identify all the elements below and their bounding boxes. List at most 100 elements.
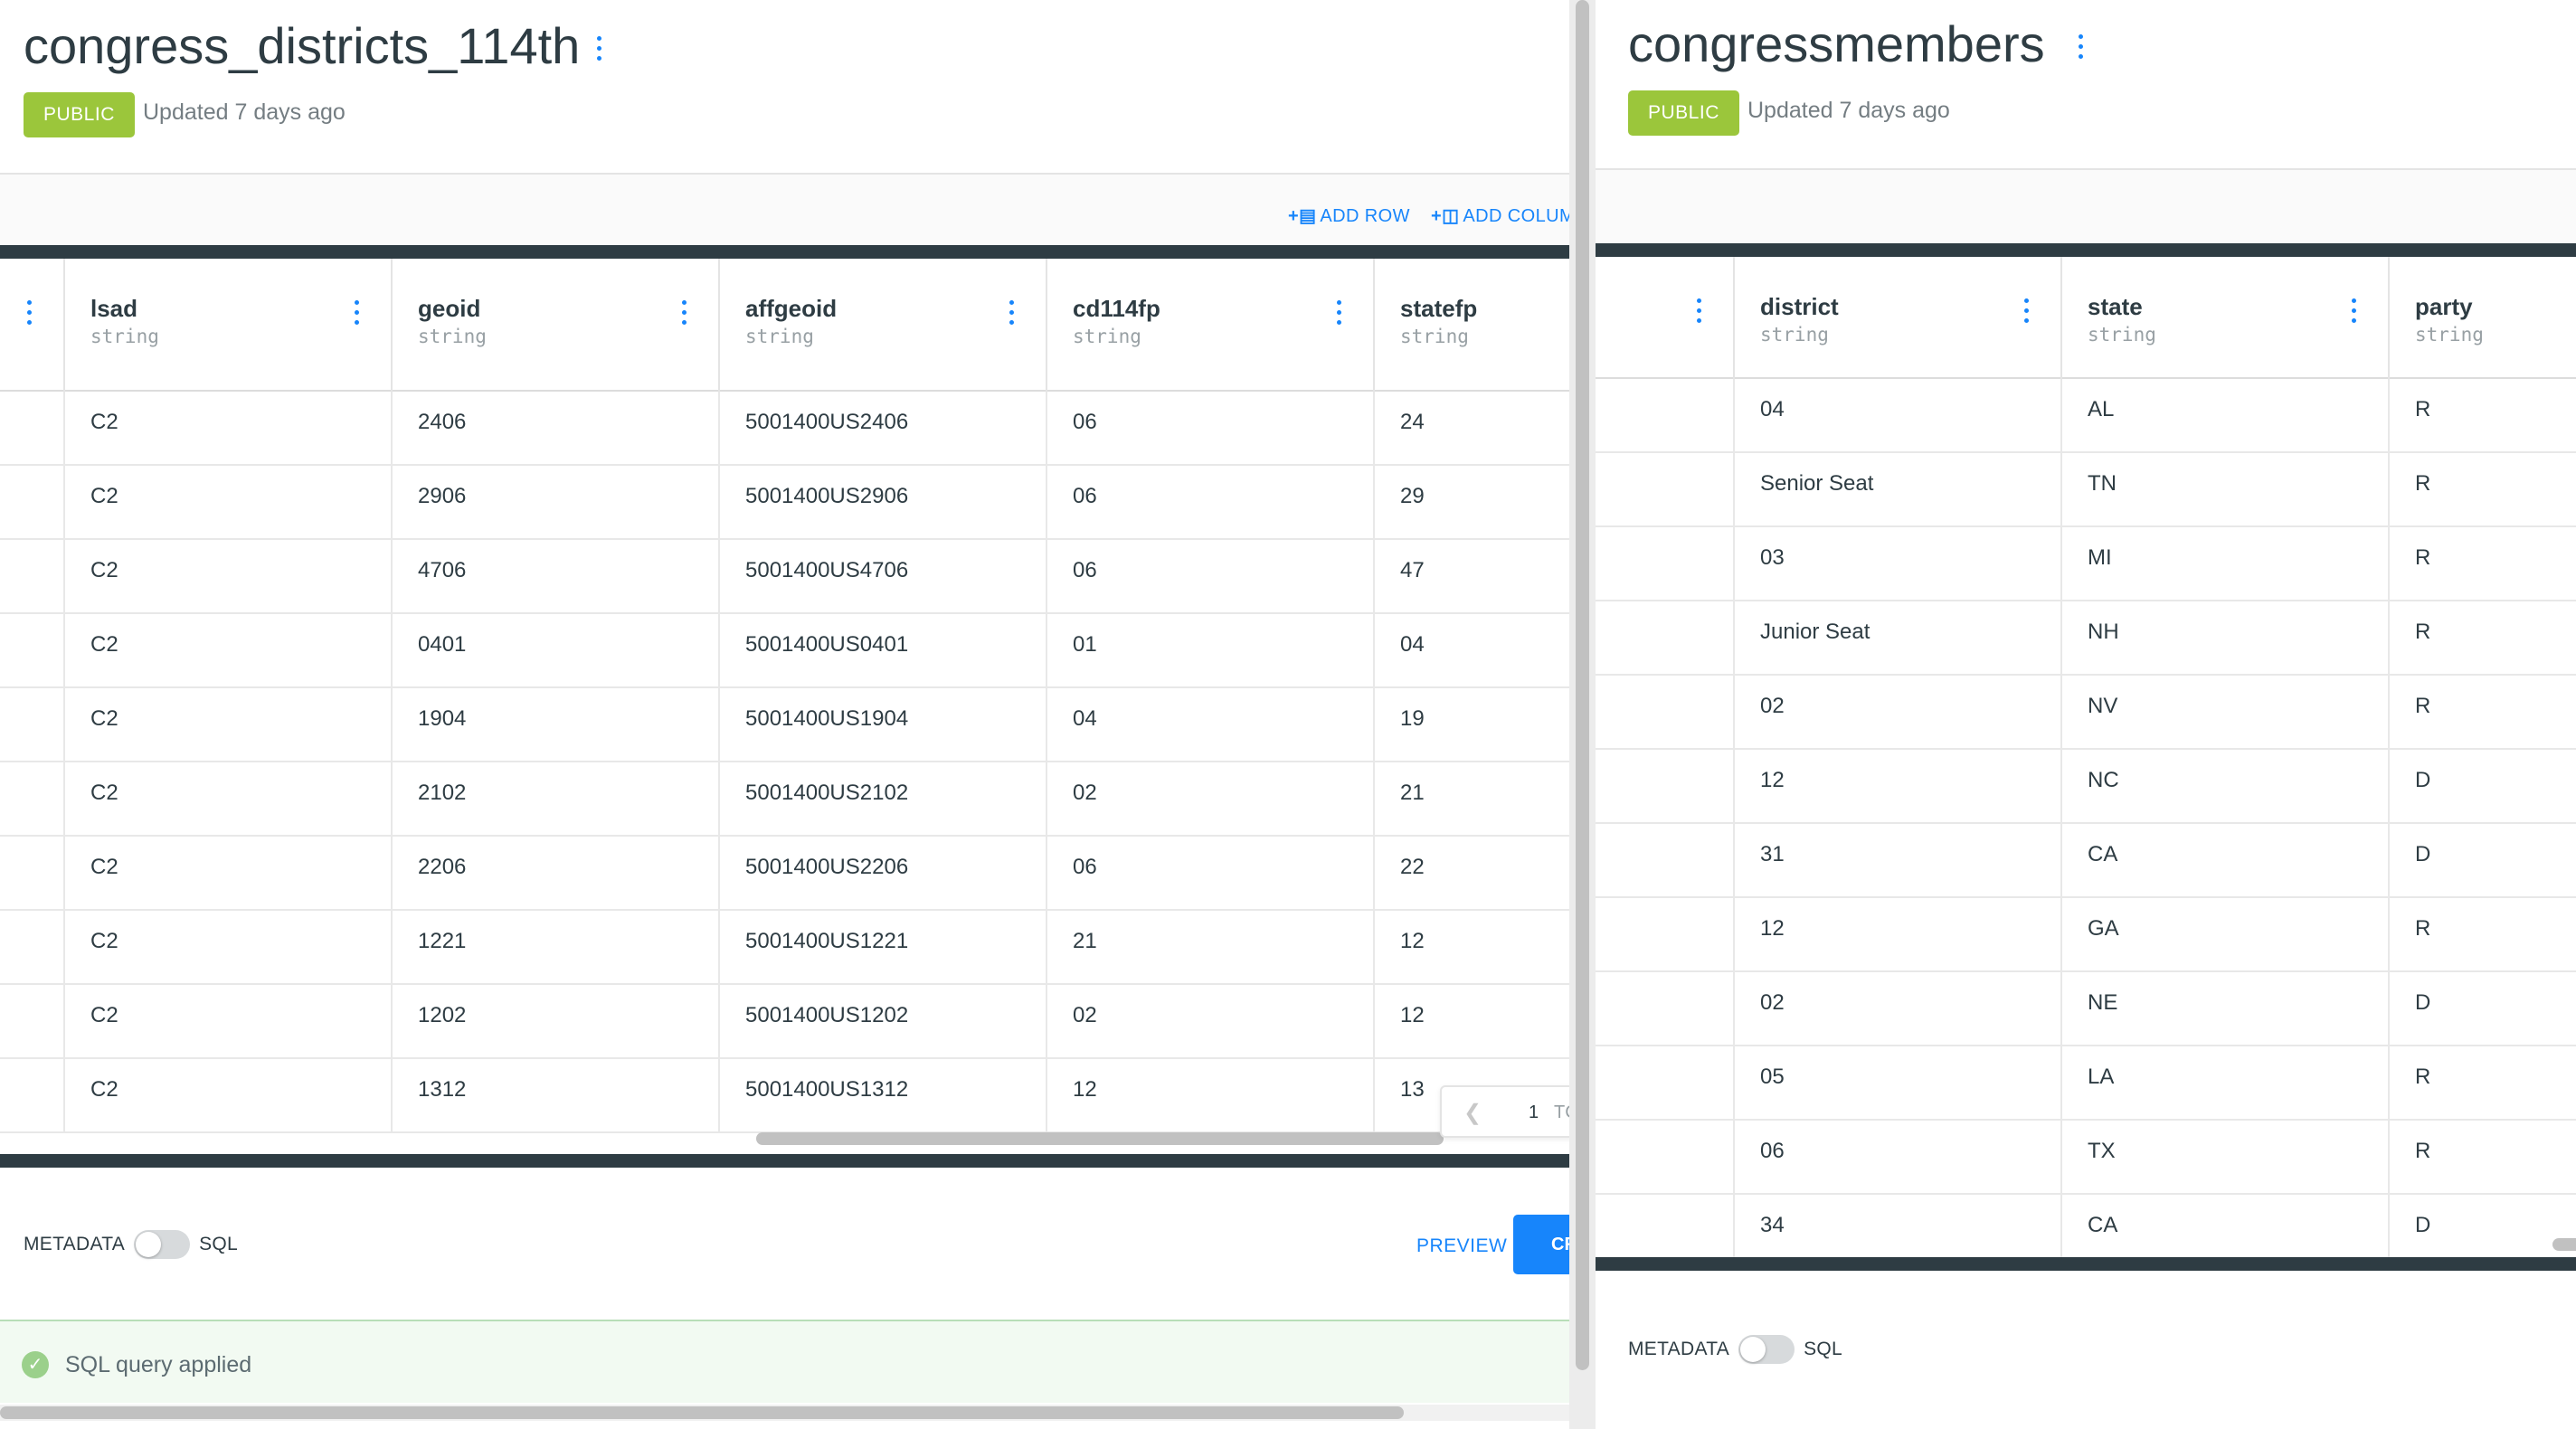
- table-cell[interactable]: 5001400US1312: [720, 1059, 1047, 1133]
- table-cell[interactable]: R: [2390, 1121, 2576, 1195]
- table-row[interactable]: 03 MI R: [1596, 527, 2576, 601]
- table-cell[interactable]: C2: [65, 1059, 393, 1133]
- mode-switch[interactable]: [134, 1230, 191, 1259]
- table-row[interactable]: C2 2406 5001400US2406 06 24: [0, 392, 1569, 466]
- table-cell[interactable]: 2102: [393, 762, 720, 837]
- table-cell[interactable]: 1221: [393, 911, 720, 985]
- table-cell[interactable]: R: [2390, 527, 2576, 601]
- table-cell[interactable]: C2: [65, 985, 393, 1059]
- table-cell[interactable]: 12: [1375, 911, 1569, 985]
- table-cell[interactable]: 1904: [393, 688, 720, 762]
- table-cell[interactable]: 1312: [393, 1059, 720, 1133]
- table-row[interactable]: 06 TX R: [1596, 1121, 2576, 1195]
- table-row[interactable]: 02 NE D: [1596, 972, 2576, 1046]
- vertical-scrollbar[interactable]: [1576, 0, 1589, 1370]
- table-cell[interactable]: C2: [65, 466, 393, 540]
- add-row-button[interactable]: +▤ ADD ROW: [1288, 204, 1410, 227]
- table-cell[interactable]: 06: [1047, 466, 1375, 540]
- table-cell[interactable]: 5001400US2206: [720, 837, 1047, 911]
- table-row[interactable]: C2 1202 5001400US1202 02 12: [0, 985, 1569, 1059]
- column-options-icon[interactable]: [1691, 298, 1706, 323]
- table-cell[interactable]: CA: [2062, 824, 2390, 898]
- table-cell[interactable]: 31: [1735, 824, 2062, 898]
- column-header[interactable]: state string: [2062, 257, 2390, 379]
- column-header[interactable]: statefp string: [1375, 259, 1569, 392]
- table-cell[interactable]: 06: [1735, 1121, 2062, 1195]
- column-header[interactable]: district string: [1735, 257, 2062, 379]
- create-button[interactable]: CR: [1513, 1215, 1569, 1274]
- table-cell[interactable]: LA: [2062, 1046, 2390, 1121]
- table-cell[interactable]: 01: [1047, 614, 1375, 688]
- table-cell[interactable]: 04: [1375, 614, 1569, 688]
- table-row[interactable]: C2 2206 5001400US2206 06 22: [0, 837, 1569, 911]
- column-header[interactable]: affgeoid string: [720, 259, 1047, 392]
- table-cell[interactable]: 0401: [393, 614, 720, 688]
- table-cell[interactable]: C2: [65, 762, 393, 837]
- table-cell[interactable]: 4706: [393, 540, 720, 614]
- table-cell[interactable]: 2906: [393, 466, 720, 540]
- table-cell[interactable]: 04: [1047, 688, 1375, 762]
- table-row[interactable]: C2 1904 5001400US1904 04 19: [0, 688, 1569, 762]
- table-cell[interactable]: 19: [1375, 688, 1569, 762]
- table-cell[interactable]: 5001400US0401: [720, 614, 1047, 688]
- column-header[interactable]: party string: [2390, 257, 2576, 379]
- preview-button[interactable]: PREVIEW: [1416, 1235, 1507, 1257]
- table-row[interactable]: Junior Seat NH R: [1596, 601, 2576, 676]
- table-cell[interactable]: 5001400US1221: [720, 911, 1047, 985]
- table-row[interactable]: 31 CA D: [1596, 824, 2576, 898]
- table-cell[interactable]: NV: [2062, 676, 2390, 750]
- table-row[interactable]: C2 4706 5001400US4706 06 47: [0, 540, 1569, 614]
- table-cell[interactable]: 06: [1047, 540, 1375, 614]
- column-options-icon[interactable]: [677, 300, 691, 325]
- table-cell[interactable]: 12: [1047, 1059, 1375, 1133]
- table-cell[interactable]: TX: [2062, 1121, 2390, 1195]
- table-row[interactable]: C2 2906 5001400US2906 06 29: [0, 466, 1569, 540]
- table-cell[interactable]: 5001400US1202: [720, 985, 1047, 1059]
- table-cell[interactable]: NC: [2062, 750, 2390, 824]
- dataset-options-icon[interactable]: [592, 36, 606, 61]
- table-cell[interactable]: C2: [65, 688, 393, 762]
- table-cell[interactable]: 29: [1375, 466, 1569, 540]
- table-cell[interactable]: Senior Seat: [1735, 453, 2062, 527]
- table-cell[interactable]: C2: [65, 911, 393, 985]
- table-row[interactable]: 02 NV R: [1596, 676, 2576, 750]
- table-cell[interactable]: R: [2390, 1046, 2576, 1121]
- table-cell[interactable]: GA: [2062, 898, 2390, 972]
- table-row[interactable]: C2 0401 5001400US0401 01 04: [0, 614, 1569, 688]
- table-cell[interactable]: R: [2390, 453, 2576, 527]
- table-cell[interactable]: 02: [1735, 972, 2062, 1046]
- table-cell[interactable]: C2: [65, 837, 393, 911]
- table-cell[interactable]: 2406: [393, 392, 720, 466]
- table-cell[interactable]: R: [2390, 379, 2576, 453]
- column-options-icon[interactable]: [349, 300, 364, 325]
- table-cell[interactable]: 22: [1375, 837, 1569, 911]
- table-cell[interactable]: NH: [2062, 601, 2390, 676]
- horizontal-scrollbar[interactable]: [2552, 1238, 2576, 1251]
- table-cell[interactable]: 02: [1047, 762, 1375, 837]
- column-options-icon[interactable]: [22, 300, 36, 325]
- table-cell[interactable]: D: [2390, 972, 2576, 1046]
- table-cell[interactable]: 02: [1735, 676, 2062, 750]
- table-cell[interactable]: R: [2390, 601, 2576, 676]
- table-cell[interactable]: C2: [65, 540, 393, 614]
- table-row[interactable]: 05 LA R: [1596, 1046, 2576, 1121]
- column-options-icon[interactable]: [2346, 298, 2361, 323]
- table-cell[interactable]: NE: [2062, 972, 2390, 1046]
- table-cell[interactable]: R: [2390, 676, 2576, 750]
- table-cell[interactable]: 5001400US2406: [720, 392, 1047, 466]
- table-row[interactable]: 12 GA R: [1596, 898, 2576, 972]
- table-row[interactable]: 12 NC D: [1596, 750, 2576, 824]
- table-cell[interactable]: 2206: [393, 837, 720, 911]
- table-row[interactable]: C2 1221 5001400US1221 21 12: [0, 911, 1569, 985]
- table-cell[interactable]: 02: [1047, 985, 1375, 1059]
- table-cell[interactable]: 24: [1375, 392, 1569, 466]
- table-cell[interactable]: 03: [1735, 527, 2062, 601]
- table-cell[interactable]: 04: [1735, 379, 2062, 453]
- table-cell[interactable]: 21: [1375, 762, 1569, 837]
- column-header[interactable]: geoid string: [393, 259, 720, 392]
- table-cell[interactable]: 12: [1375, 985, 1569, 1059]
- mode-switch[interactable]: [1738, 1335, 1795, 1364]
- table-cell[interactable]: TN: [2062, 453, 2390, 527]
- table-cell[interactable]: R: [2390, 898, 2576, 972]
- column-options-icon[interactable]: [1004, 300, 1018, 325]
